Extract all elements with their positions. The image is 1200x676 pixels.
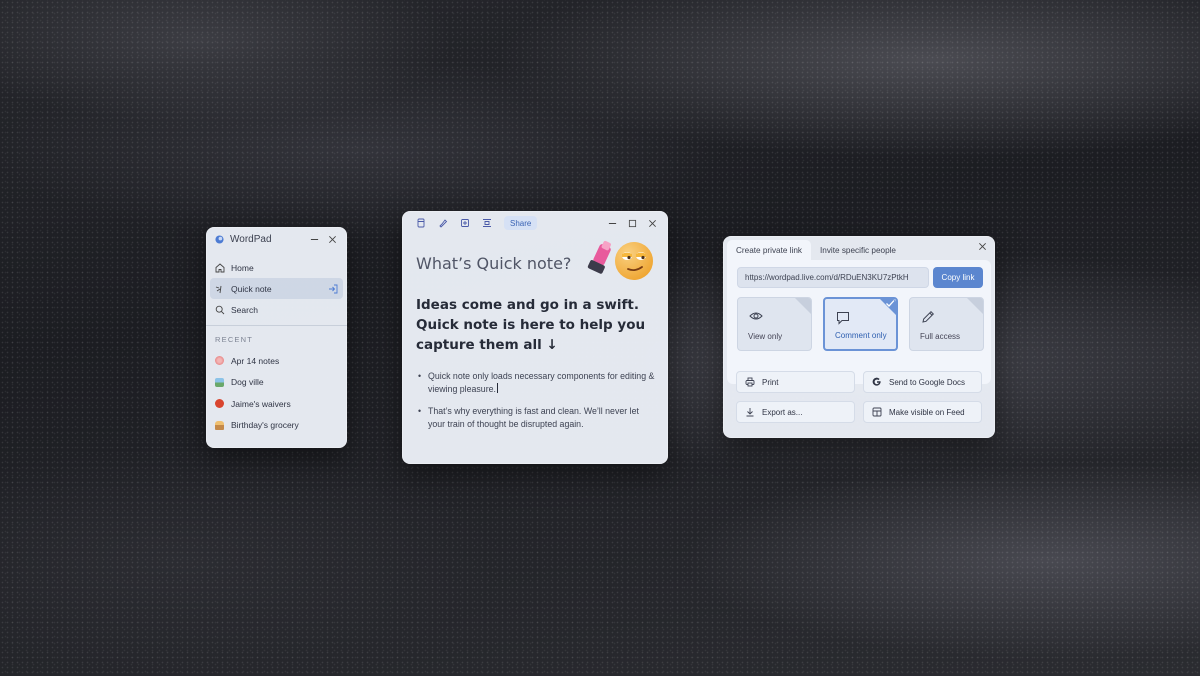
sidebar-item-label: Search — [231, 304, 258, 315]
sidebar-item-label: Quick note — [231, 283, 272, 294]
action-label: Print — [762, 377, 779, 387]
sidebar-nav: Home Quick note Search — [206, 251, 347, 320]
notes-emoji-icon — [215, 356, 224, 366]
permission-label: Comment only — [835, 331, 887, 340]
make-visible-on-feed-button[interactable]: Make visible on Feed — [863, 401, 982, 423]
action-label: Export as... — [762, 407, 803, 417]
tab-invite-specific-people[interactable]: Invite specific people — [811, 240, 905, 260]
recent-header: RECENT — [215, 335, 254, 344]
sidebar-item-home[interactable]: Home — [210, 257, 343, 278]
permission-label: Full access — [920, 332, 961, 341]
note-bullet-text: That’s why everything is fast and clean.… — [428, 406, 639, 429]
wordpad-titlebar: WordPad — [206, 227, 347, 251]
print-button[interactable]: Print — [736, 371, 855, 393]
copy-link-button[interactable]: Copy link — [933, 267, 983, 288]
share-button[interactable]: Share — [504, 216, 538, 230]
note-bullet: Quick note only loads necessary componen… — [418, 370, 658, 396]
permission-options: View only Comment only Full access — [737, 297, 984, 351]
quick-note-window: Share What’s Quick note? Ideas come and … — [402, 211, 668, 464]
home-icon — [215, 262, 225, 273]
open-in-icon[interactable] — [328, 284, 338, 294]
recent-item[interactable]: Apr 14 notes — [206, 350, 347, 372]
minimize-icon[interactable] — [602, 215, 622, 231]
recent-item-label: Dog ville — [231, 377, 264, 388]
link-field[interactable]: https://wordpad.live.com/d/RDuEN3KU7zPtk… — [737, 267, 929, 288]
wordpad-app-title: WordPad — [230, 233, 272, 245]
text-cursor — [496, 383, 498, 393]
red-circle-icon — [215, 399, 224, 409]
recent-item-label: Birthday's grocery — [231, 420, 299, 431]
action-label: Send to Google Docs — [889, 377, 966, 387]
maximize-icon[interactable] — [622, 215, 642, 231]
private-link-panel: https://wordpad.live.com/d/RDuEN3KU7zPtk… — [727, 260, 991, 384]
share-actions: Print Send to Google Docs Export as... M… — [736, 371, 982, 423]
send-to-google-docs-button[interactable]: Send to Google Docs — [863, 371, 982, 393]
page-icon[interactable] — [410, 214, 432, 232]
note-bullet-list[interactable]: Quick note only loads necessary componen… — [418, 370, 658, 440]
recent-item-label: Jaime's waivers — [231, 398, 291, 409]
note-bullet: That’s why everything is fast and clean.… — [418, 405, 658, 431]
permission-comment-only[interactable]: Comment only — [823, 297, 898, 351]
feed-icon — [872, 407, 882, 417]
divider — [206, 325, 347, 326]
quick-note-toolbar: Share — [402, 211, 668, 235]
printer-icon — [745, 377, 755, 387]
add-icon[interactable] — [454, 214, 476, 232]
sidebar-item-label: Home — [231, 262, 254, 273]
export-as-button[interactable]: Export as... — [736, 401, 855, 423]
google-icon — [872, 377, 882, 387]
cake-icon — [215, 420, 224, 430]
highlighter-icon[interactable] — [432, 214, 454, 232]
comment-icon — [836, 311, 850, 325]
wordpad-logo-icon — [215, 234, 224, 244]
fit-width-icon[interactable] — [476, 214, 498, 232]
eye-icon — [749, 310, 763, 322]
quick-note-icon — [215, 284, 225, 294]
note-lead-text[interactable]: Ideas come and go in a swift. Quick note… — [416, 295, 656, 355]
action-label: Make visible on Feed — [889, 407, 965, 417]
permission-view-only[interactable]: View only — [737, 297, 812, 351]
picture-icon — [215, 377, 224, 387]
checkmark-icon — [885, 299, 895, 308]
close-icon[interactable] — [642, 215, 662, 231]
corner-fold — [795, 298, 811, 314]
note-heading: What’s Quick note? — [416, 254, 572, 273]
share-window: Create private link Invite specific peop… — [723, 236, 995, 438]
corner-fold — [967, 298, 983, 314]
note-bullet-text: Quick note only loads necessary componen… — [428, 371, 655, 394]
sidebar-item-search[interactable]: Search — [210, 299, 343, 320]
close-icon[interactable] — [323, 231, 341, 247]
minimize-icon[interactable] — [305, 231, 323, 247]
pencil-icon — [921, 310, 935, 324]
recent-item[interactable]: Jaime's waivers — [206, 393, 347, 415]
lipstick-smirk-emoji-icon — [586, 238, 658, 282]
recent-item-label: Apr 14 notes — [231, 355, 280, 366]
recent-item[interactable]: Dog ville — [206, 372, 347, 394]
tab-create-private-link[interactable]: Create private link — [727, 240, 811, 260]
search-icon — [215, 305, 225, 315]
share-tabs: Create private link Invite specific peop… — [723, 236, 995, 260]
permission-full-access[interactable]: Full access — [909, 297, 984, 351]
download-icon — [745, 407, 755, 417]
permission-label: View only — [748, 332, 783, 341]
wordpad-window: WordPad Home Quick note Search RECENT Ap… — [206, 227, 347, 448]
recent-item[interactable]: Birthday's grocery — [206, 415, 347, 437]
link-row: https://wordpad.live.com/d/RDuEN3KU7zPtk… — [737, 267, 983, 288]
close-icon[interactable] — [978, 242, 987, 251]
sidebar-item-quick-note[interactable]: Quick note — [210, 278, 343, 299]
